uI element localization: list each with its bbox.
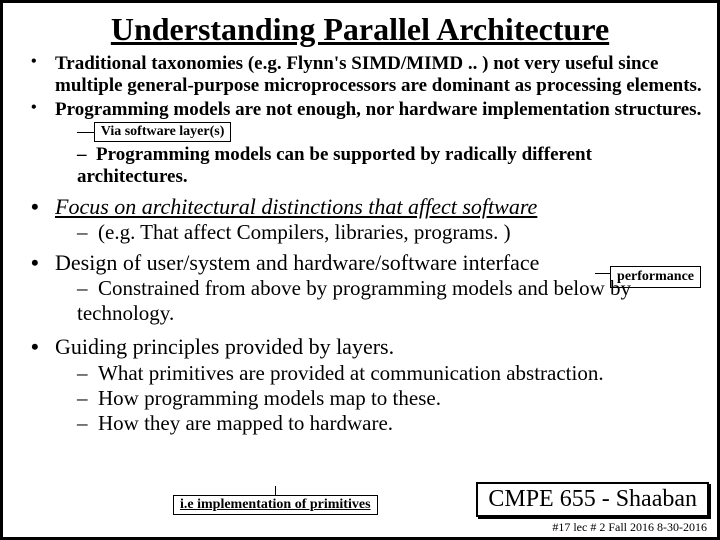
implementation-callout: i.e implementation of primitives <box>173 495 378 515</box>
bullet-3: • Focus on architectural distinctions th… <box>21 194 707 220</box>
slide-title: Understanding Parallel Architecture <box>3 11 717 48</box>
bullet-1: • Traditional taxonomies (e.g. Flynn's S… <box>21 53 707 97</box>
course-badge: CMPE 655 - Shaaban <box>476 482 709 517</box>
bullet-4-text: Design of user/system and hardware/softw… <box>55 250 707 276</box>
bullet-2-sub-text: – Programming models can be supported by… <box>77 144 707 188</box>
sub-text: – How they are mapped to hardware. <box>77 411 707 436</box>
bullet-1-text: Traditional taxonomies (e.g. Flynn's SIM… <box>55 53 707 97</box>
sub-text: – What primitives are provided at commun… <box>77 361 707 386</box>
bullet-2-text: Programming models are not enough, nor h… <box>55 99 707 143</box>
bullet-5-text: Guiding principles provided by layers. <box>55 334 707 360</box>
slide-frame: Understanding Parallel Architecture • Tr… <box>0 0 720 540</box>
bullet-4-sub: – Constrained from above by programming … <box>21 276 707 326</box>
bullet-3-text: Focus on architectural distinctions that… <box>55 194 707 220</box>
bullet-5-sub-2: – How programming models map to these. <box>21 386 707 411</box>
bullet-4: • Design of user/system and hardware/sof… <box>21 250 707 276</box>
bullet-5-sub-1: – What primitives are provided at commun… <box>21 361 707 386</box>
software-layer-callout: Via software layer(s) <box>94 122 232 142</box>
bullet-3-sub-text: – (e.g. That affect Compilers, libraries… <box>77 220 707 245</box>
bullet-2: • Programming models are not enough, nor… <box>21 99 707 143</box>
slide-content: • Traditional taxonomies (e.g. Flynn's S… <box>21 53 707 436</box>
slide-footer: #17 lec # 2 Fall 2016 8-30-2016 <box>552 520 707 535</box>
bullet-3-sub: – (e.g. That affect Compilers, libraries… <box>21 220 707 245</box>
bullet-marker: • <box>31 250 39 276</box>
bullet-marker: • <box>31 99 37 117</box>
bullet-5: • Guiding principles provided by layers. <box>21 334 707 360</box>
bullet-marker: • <box>31 194 39 220</box>
sub-text: – How programming models map to these. <box>77 386 707 411</box>
bullet-marker: • <box>31 53 37 71</box>
bullet-2-sub: – Programming models can be supported by… <box>21 144 707 188</box>
bullet-5-sub-3: – How they are mapped to hardware. <box>21 411 707 436</box>
bullet-marker: • <box>31 334 39 360</box>
bullet-4-sub-text: – Constrained from above by programming … <box>77 276 707 326</box>
